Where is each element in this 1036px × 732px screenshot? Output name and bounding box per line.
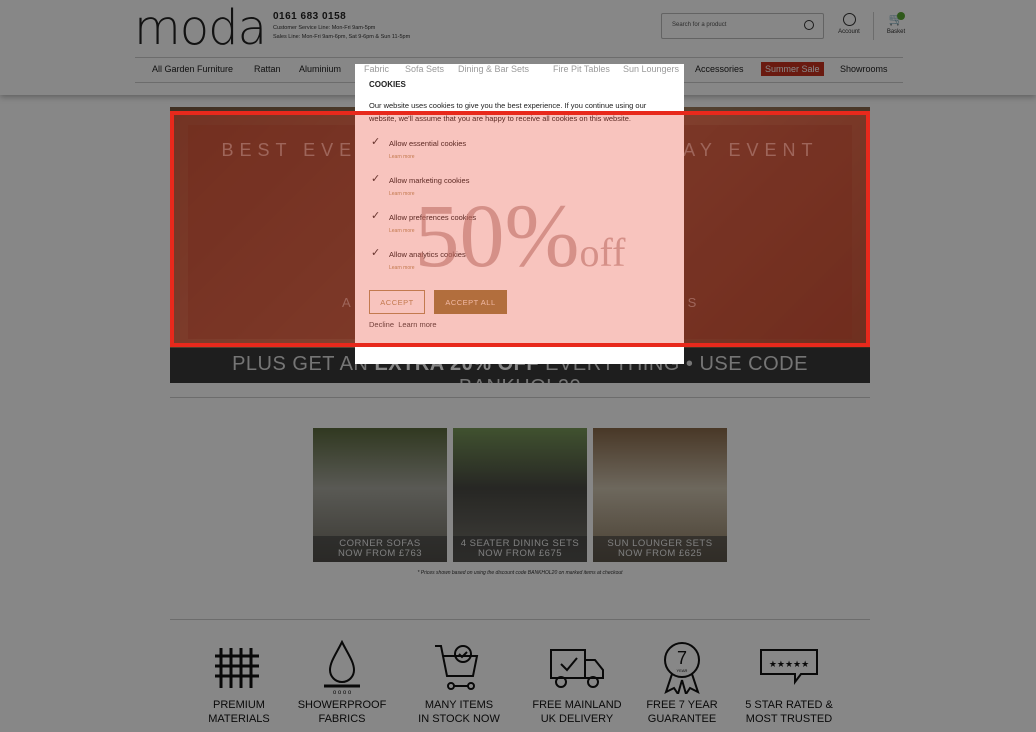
cookie-title: COOKIES [369, 80, 406, 89]
nav-sofa-sets[interactable]: Sofa Sets [405, 64, 444, 74]
banner-discount: 50%off [170, 185, 870, 288]
nav-fabric[interactable]: Fabric [364, 64, 389, 74]
discount-off: off [579, 230, 626, 275]
nav-fire-pit-tables[interactable]: Fire Pit Tables [553, 64, 610, 74]
discount-value: 50% [414, 187, 580, 286]
nav-dining-bar-sets[interactable]: Dining & Bar Sets [458, 64, 529, 74]
nav-sun-loungers[interactable]: Sun Loungers [623, 64, 679, 74]
